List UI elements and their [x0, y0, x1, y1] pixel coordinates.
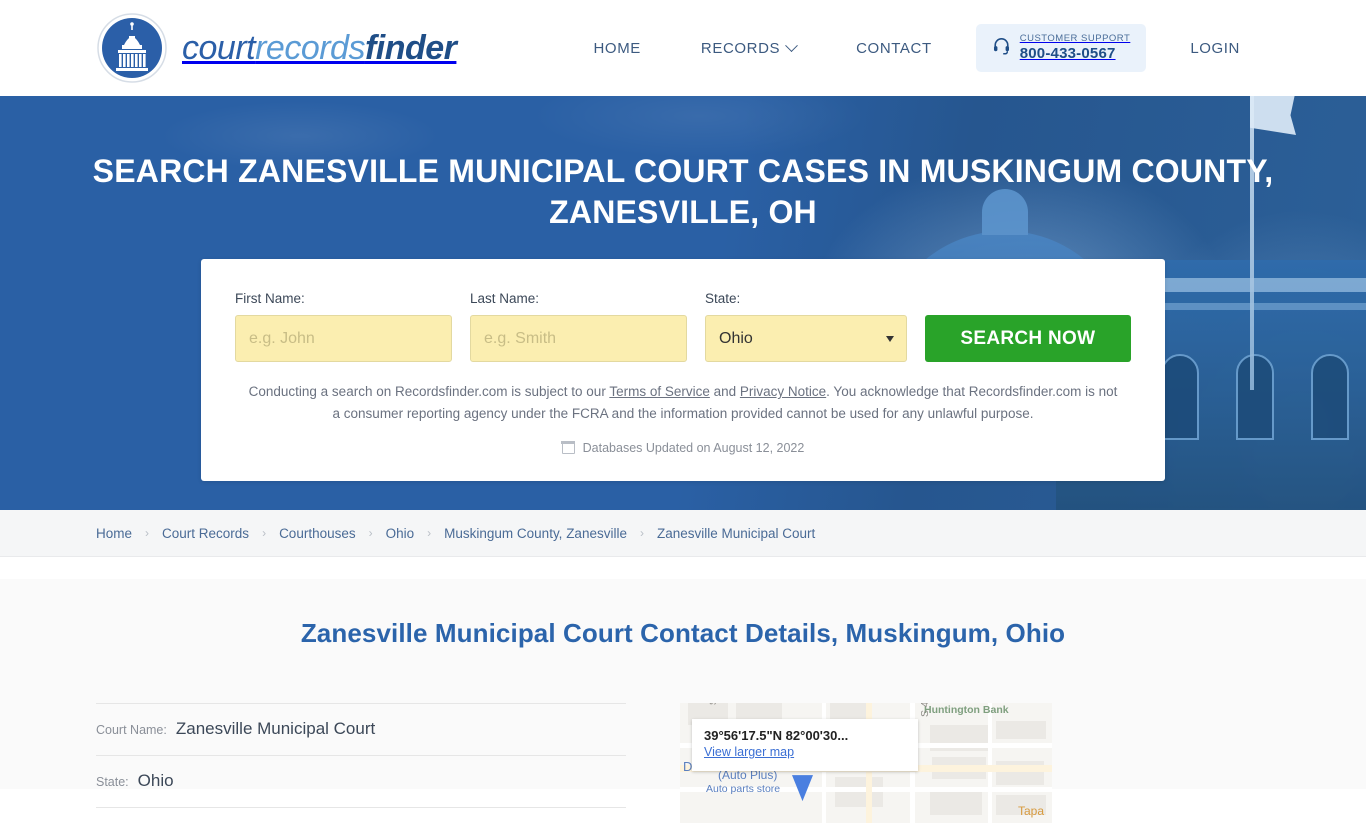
disclaimer-text-1: Conducting a search on Recordsfinder.com… — [248, 384, 610, 400]
brand-part-records: records — [255, 28, 365, 67]
map-block — [996, 721, 1046, 740]
nav-item-contact[interactable]: CONTACT — [826, 40, 962, 57]
customer-support-badge[interactable]: CUSTOMER SUPPORT 800-433-0567 — [975, 23, 1147, 73]
brand-part-finder: finder — [364, 28, 457, 67]
last-name-group: Last Name: — [470, 291, 688, 363]
main-navigation: HOME RECORDS CONTACT CUSTOMER SUPPORT 80… — [564, 23, 1271, 73]
map-infobox: 39°56'17.5"N 82°00'30... View larger map — [692, 719, 918, 772]
detail-value: Ohio — [137, 771, 174, 791]
location-map[interactable]: Huntington Bank S 4th St (Auto Plus) Aut… — [680, 703, 1052, 823]
nav-label-login: LOGIN — [1190, 39, 1240, 57]
breadcrumb-item-ohio[interactable]: Ohio — [386, 526, 415, 541]
breadcrumb: Home › Court Records › Courthouses › Ohi… — [0, 510, 1366, 557]
detail-row-state: State: Ohio — [96, 756, 626, 809]
view-larger-map-link[interactable]: View larger map — [704, 745, 794, 759]
search-now-button[interactable]: SEARCH NOW — [924, 315, 1131, 363]
map-block — [930, 791, 982, 816]
first-name-group: First Name: — [235, 291, 453, 363]
terms-of-service-link[interactable]: Terms of Service — [609, 384, 710, 399]
privacy-notice-link[interactable]: Privacy Notice — [740, 384, 826, 399]
breadcrumb-item-home[interactable]: Home — [96, 526, 132, 541]
breadcrumb-separator: › — [262, 526, 267, 540]
detail-value: Zanesville Municipal Court — [175, 719, 376, 739]
brand-logo-link[interactable]: courtrecordsfinder — [96, 12, 457, 84]
facade-window — [1311, 354, 1349, 440]
support-text: CUSTOMER SUPPORT 800-433-0567 — [1020, 33, 1131, 64]
detail-row-court-name: Court Name: Zanesville Municipal Court — [96, 703, 626, 757]
last-name-label: Last Name: — [470, 291, 540, 307]
disclaimer-and: and — [709, 384, 740, 400]
breadcrumb-item-courthouses[interactable]: Courthouses — [279, 526, 356, 541]
nav-item-records[interactable]: RECORDS — [671, 38, 826, 57]
detail-label: Court Name: — [96, 723, 167, 738]
site-header: courtrecordsfinder HOME RECORDS CONTACT — [0, 0, 1366, 96]
calendar-icon — [561, 440, 576, 455]
content-columns: Court Name: Zanesville Municipal Court S… — [96, 703, 1270, 823]
search-form-card: First Name: Last Name: State: Ohio SEARC… — [201, 259, 1165, 481]
detail-label: State: — [96, 775, 129, 790]
support-phone: 800-433-0567 — [1019, 44, 1116, 62]
databases-updated-text: Databases Updated on August 12, 2022 — [582, 440, 805, 455]
page-title: Zanesville Municipal Court Contact Detai… — [300, 617, 1066, 648]
state-select-wrap: Ohio — [705, 315, 907, 363]
court-details-list: Court Name: Zanesville Municipal Court S… — [96, 703, 626, 823]
state-group: State: Ohio — [705, 291, 907, 363]
first-name-label: First Name: — [235, 291, 305, 307]
breadcrumb-item-court-records[interactable]: Court Records — [162, 526, 249, 541]
nav-label-contact: CONTACT — [856, 39, 932, 57]
nav-label-home: HOME — [593, 39, 641, 57]
facade-window — [1161, 354, 1199, 440]
state-select[interactable]: Ohio — [705, 315, 907, 363]
first-name-input[interactable] — [235, 315, 453, 363]
breadcrumb-separator: › — [145, 526, 150, 540]
page-hero-title: SEARCH ZANESVILLE MUNICIPAL COURT CASES … — [92, 153, 1274, 231]
nav-label-records: RECORDS — [700, 39, 781, 57]
map-label-s: S — [708, 703, 718, 705]
search-form-row: First Name: Last Name: State: Ohio SEARC… — [235, 291, 1131, 363]
hero-section: SEARCH ZANESVILLE MUNICIPAL COURT CASES … — [0, 96, 1366, 510]
map-block — [835, 777, 883, 808]
support-label: CUSTOMER SUPPORT — [1019, 32, 1131, 44]
map-label-tapa: Tapa — [1018, 804, 1045, 819]
brand-wordmark: courtrecordsfinder — [182, 28, 457, 68]
map-label-auto-parts-store: Auto parts store — [706, 783, 781, 796]
state-label: State: — [705, 291, 741, 307]
search-disclaimer: Conducting a search on Recordsfinder.com… — [235, 381, 1131, 424]
breadcrumb-separator: › — [368, 526, 373, 540]
last-name-input[interactable] — [470, 315, 688, 363]
databases-updated: Databases Updated on August 12, 2022 — [235, 441, 1131, 455]
brand-part-court: court — [182, 28, 256, 67]
chevron-down-icon — [785, 38, 798, 52]
nav-item-login[interactable]: LOGIN — [1160, 40, 1270, 57]
map-label-huntington-bank: Huntington Bank — [924, 704, 1009, 717]
main-content: Zanesville Municipal Court Contact Detai… — [0, 578, 1366, 823]
breadcrumb-separator: › — [427, 526, 432, 540]
breadcrumb-item-muskingum-county[interactable]: Muskingum County, Zanesville — [444, 526, 627, 541]
nav-item-home[interactable]: HOME — [564, 40, 671, 57]
map-label-s-4th-st: S 4th St — [919, 703, 931, 717]
breadcrumb-separator: › — [639, 526, 644, 540]
capitol-dome-logo — [96, 12, 168, 84]
breadcrumb-item-current: Zanesville Municipal Court — [656, 525, 816, 541]
headset-icon — [992, 36, 1011, 60]
facade-window — [1236, 354, 1274, 440]
map-road — [988, 703, 992, 823]
map-label-d: D — [683, 759, 693, 775]
map-coordinates: 39°56'17.5"N 82°00'30... — [704, 728, 849, 744]
